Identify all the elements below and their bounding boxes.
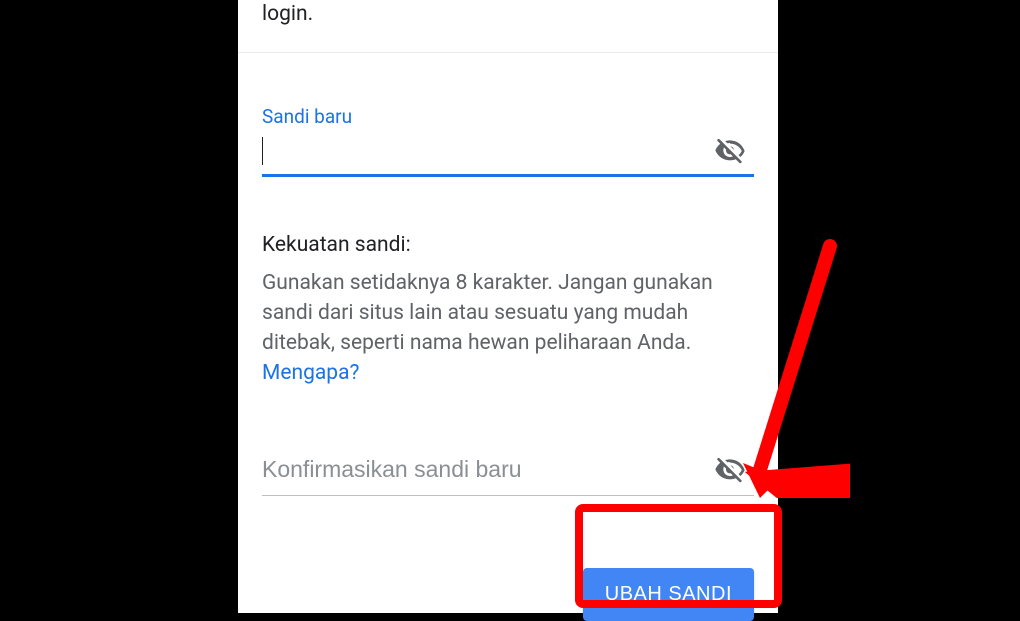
eye-off-icon: [714, 135, 746, 167]
new-password-label: Sandi baru: [262, 105, 754, 128]
password-strength-block: Kekuatan sandi: Gunakan setidaknya 8 kar…: [238, 233, 778, 388]
new-password-field-block: Sandi baru: [238, 105, 778, 177]
confirm-password-input-row[interactable]: [262, 453, 754, 496]
text-cursor: [262, 137, 263, 165]
strength-desc-text: Gunakan setidaknya 8 karakter. Jangan gu…: [262, 271, 713, 355]
why-link[interactable]: Mengapa?: [262, 361, 359, 385]
strength-description: Gunakan setidaknya 8 karakter. Jangan gu…: [262, 269, 754, 388]
password-change-screen: login. Sandi baru Kekuatan sandi: Gunaka…: [238, 0, 778, 613]
toggle-confirm-visibility-button[interactable]: [712, 456, 748, 484]
new-password-input[interactable]: [267, 134, 712, 168]
new-password-input-row[interactable]: [262, 134, 754, 177]
eye-off-icon: [714, 454, 746, 486]
confirm-password-input[interactable]: [262, 453, 712, 487]
section-divider: [238, 52, 778, 53]
confirm-password-field-block: [238, 453, 778, 496]
toggle-visibility-button[interactable]: [712, 137, 748, 165]
strength-title: Kekuatan sandi:: [262, 233, 754, 257]
intro-text-tail: login.: [238, 0, 778, 28]
